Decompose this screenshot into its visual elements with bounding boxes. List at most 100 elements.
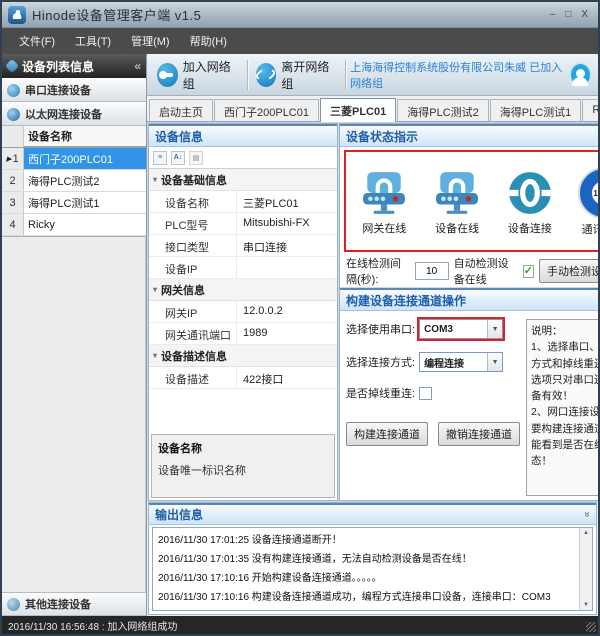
output-scrollbar[interactable]: ▲ ▼ bbox=[579, 528, 592, 610]
tab-hite-plc-test2[interactable]: 海得PLC测试2 bbox=[397, 99, 489, 121]
ethernet-group-icon bbox=[7, 108, 20, 121]
menu-tools[interactable]: 工具(T) bbox=[66, 29, 120, 53]
sidebar-group-serial[interactable]: 串口连接设备 bbox=[2, 78, 146, 102]
sidebar-group-other[interactable]: 其他连接设备 bbox=[2, 592, 146, 616]
log-line: 2016/11/30 17:01:35 没有构建连接通道，无法自动检测设备是否在… bbox=[158, 550, 574, 569]
join-network-label: 加入网络组 bbox=[183, 58, 235, 92]
device-row-name[interactable]: Ricky bbox=[24, 214, 146, 235]
device-row-name[interactable]: 海得PLC测试1 bbox=[24, 192, 146, 213]
gateway-online-label: 网关在线 bbox=[362, 220, 406, 236]
status-bar-text: 2016/11/30 16:56:48 : 加入网络组成功 bbox=[8, 618, 177, 633]
device-row-4[interactable]: 4 Ricky bbox=[2, 214, 146, 236]
output-header-label: 输出信息 bbox=[155, 506, 203, 523]
minimize-button[interactable]: – bbox=[550, 10, 556, 20]
property-description-title: 设备名称 bbox=[158, 440, 328, 456]
property-row-device-ip[interactable]: 设备IP bbox=[149, 257, 337, 279]
sidebar-group-other-label: 其他连接设备 bbox=[25, 596, 91, 612]
log-line: 2016/11/30 17:10:16 构建设备连接通道成功，编程方式连接串口设… bbox=[158, 588, 574, 607]
instruction-line: 说明： bbox=[531, 323, 600, 339]
sort-az-icon[interactable]: A↓ bbox=[171, 151, 185, 165]
serial-group-icon bbox=[7, 84, 20, 97]
device-online-icon bbox=[434, 170, 480, 216]
status-indicator-box: 网关在线 设备在线 bbox=[344, 150, 600, 252]
group-device-description[interactable]: ▾ 设备描述信息 bbox=[149, 345, 337, 367]
device-row-1[interactable]: ▶1 西门子200PLC01 bbox=[2, 148, 146, 170]
sidebar-empty-area bbox=[2, 237, 146, 592]
device-row-name[interactable]: 海得PLC测试2 bbox=[24, 170, 146, 191]
device-connect-indicator: 设备连接 bbox=[507, 170, 553, 236]
other-group-icon bbox=[7, 598, 20, 611]
leave-network-label: 离开网络组 bbox=[281, 58, 333, 92]
device-row-3[interactable]: 3 海得PLC测试1 bbox=[2, 192, 146, 214]
device-status-panel: 设备状态指示 网关在线 bbox=[339, 123, 600, 501]
device-status-header: 设备状态指示 bbox=[340, 124, 600, 147]
output-collapse-icon[interactable]: » bbox=[582, 512, 593, 518]
window-controls: – □ X bbox=[550, 10, 592, 20]
sidebar-group-serial-label: 串口连接设备 bbox=[25, 82, 91, 98]
property-row-plc-model[interactable]: PLC型号 Mitsubishi-FX bbox=[149, 213, 337, 235]
cancel-channel-button[interactable]: 撤销连接通道 bbox=[438, 422, 520, 446]
tab-ricky[interactable]: Ricky bbox=[582, 99, 600, 121]
group-device-basic-info[interactable]: ▾ 设备基础信息 bbox=[149, 169, 337, 191]
channel-panel-body: 选择使用串口: COM3 ▼ 选择连接方式: 编程连接 ▼ bbox=[340, 311, 600, 500]
property-row-interface-type[interactable]: 接口类型 串口连接 bbox=[149, 235, 337, 257]
tab-hite-plc-test1[interactable]: 海得PLC测试1 bbox=[490, 99, 582, 121]
app-logo-icon bbox=[8, 6, 26, 24]
serial-port-dropdown[interactable]: COM3 ▼ bbox=[419, 319, 503, 339]
sidebar-group-ethernet-label: 以太网连接设备 bbox=[25, 106, 102, 122]
resize-grip-icon[interactable] bbox=[586, 622, 596, 632]
manual-detect-button[interactable]: 手动检测设备在线 bbox=[539, 259, 600, 283]
serial-port-value: COM3 bbox=[420, 324, 487, 335]
scrollbar-up-icon[interactable]: ▲ bbox=[583, 528, 589, 538]
sidebar-header: 设备列表信息 « bbox=[2, 54, 146, 78]
property-description-box: 设备名称 设备唯一标识名称 bbox=[151, 434, 335, 498]
device-table-header: 设备名称 bbox=[2, 126, 146, 148]
device-row-name[interactable]: 西门子200PLC01 bbox=[24, 148, 146, 169]
instruction-line: 1、选择串口、连接方式和掉线重连操作选项只对串口连接设备有效！ bbox=[531, 339, 600, 404]
leave-network-icon bbox=[256, 63, 277, 87]
reconnect-checkbox[interactable] bbox=[419, 387, 432, 400]
close-button[interactable]: X bbox=[581, 10, 588, 20]
dropdown-arrow-icon[interactable]: ▼ bbox=[487, 353, 502, 371]
device-name-column-header[interactable]: 设备名称 bbox=[24, 126, 146, 147]
device-online-indicator: 设备在线 bbox=[434, 170, 480, 236]
app-window: Hinode设备管理客户端 v1.5 – □ X 文件(F) 工具(T) 管理(… bbox=[0, 0, 600, 636]
property-description-text: 设备唯一标识名称 bbox=[158, 462, 328, 478]
group-gateway-info[interactable]: ▾ 网关信息 bbox=[149, 279, 337, 301]
auto-detect-checkbox[interactable]: ✓ bbox=[523, 265, 534, 278]
property-page-icon[interactable]: ▤ bbox=[189, 151, 203, 165]
menu-bar: 文件(F) 工具(T) 管理(M) 帮助(H) bbox=[2, 28, 598, 54]
serial-port-row: 选择使用串口: COM3 ▼ bbox=[346, 319, 520, 339]
leave-network-button[interactable]: 离开网络组 bbox=[252, 54, 342, 96]
auto-detect-label: 自动检测设备在线 bbox=[454, 255, 518, 287]
property-row-gateway-ip[interactable]: 网关IP 12.0.0.2 bbox=[149, 301, 337, 323]
collapse-sidebar-icon[interactable]: « bbox=[134, 59, 141, 73]
tab-siemens200plc01[interactable]: 西门子200PLC01 bbox=[214, 99, 319, 121]
categorized-view-icon[interactable]: ≡ bbox=[153, 151, 167, 165]
menu-file[interactable]: 文件(F) bbox=[10, 29, 64, 53]
property-row-gateway-port[interactable]: 网关通讯端口 1989 bbox=[149, 323, 337, 345]
maximize-button[interactable]: □ bbox=[565, 10, 571, 20]
connect-mode-dropdown[interactable]: 编程连接 ▼ bbox=[419, 352, 503, 372]
device-online-label: 设备在线 bbox=[435, 220, 479, 236]
menu-manage[interactable]: 管理(M) bbox=[122, 29, 179, 53]
user-avatar-icon[interactable] bbox=[569, 62, 592, 88]
build-channel-button[interactable]: 构建连接通道 bbox=[346, 422, 428, 446]
device-connect-label: 设备连接 bbox=[508, 220, 552, 236]
device-table: 设备名称 ▶1 西门子200PLC01 2 海得PLC测试2 3 海得PLC测试… bbox=[2, 126, 146, 237]
instruction-line: 2、网口连接设备需要构建连接通道后才能看到是否在线状态！ bbox=[531, 404, 600, 469]
sidebar-group-ethernet[interactable]: 以太网连接设备 bbox=[2, 102, 146, 126]
dropdown-arrow-icon[interactable]: ▼ bbox=[487, 320, 502, 338]
property-row-device-name[interactable]: 设备名称 三菱PLC01 bbox=[149, 191, 337, 213]
comm-quality-label: 通讯质量 bbox=[582, 221, 600, 237]
user-status-text: 上海海得控制系统股份有限公司朱威 已加入网络组 bbox=[350, 59, 563, 91]
tab-mitsubishi-plc01[interactable]: 三菱PLC01 bbox=[320, 98, 396, 122]
menu-help[interactable]: 帮助(H) bbox=[181, 29, 236, 53]
scrollbar-down-icon[interactable]: ▼ bbox=[583, 600, 589, 610]
property-row-device-description[interactable]: 设备描述 422接口 bbox=[149, 367, 337, 389]
connect-mode-value: 编程连接 bbox=[420, 355, 487, 370]
tab-home[interactable]: 启动主页 bbox=[149, 99, 213, 121]
interval-input[interactable] bbox=[415, 262, 449, 280]
device-row-2[interactable]: 2 海得PLC测试2 bbox=[2, 170, 146, 192]
join-network-button[interactable]: 加入网络组 bbox=[153, 54, 243, 96]
